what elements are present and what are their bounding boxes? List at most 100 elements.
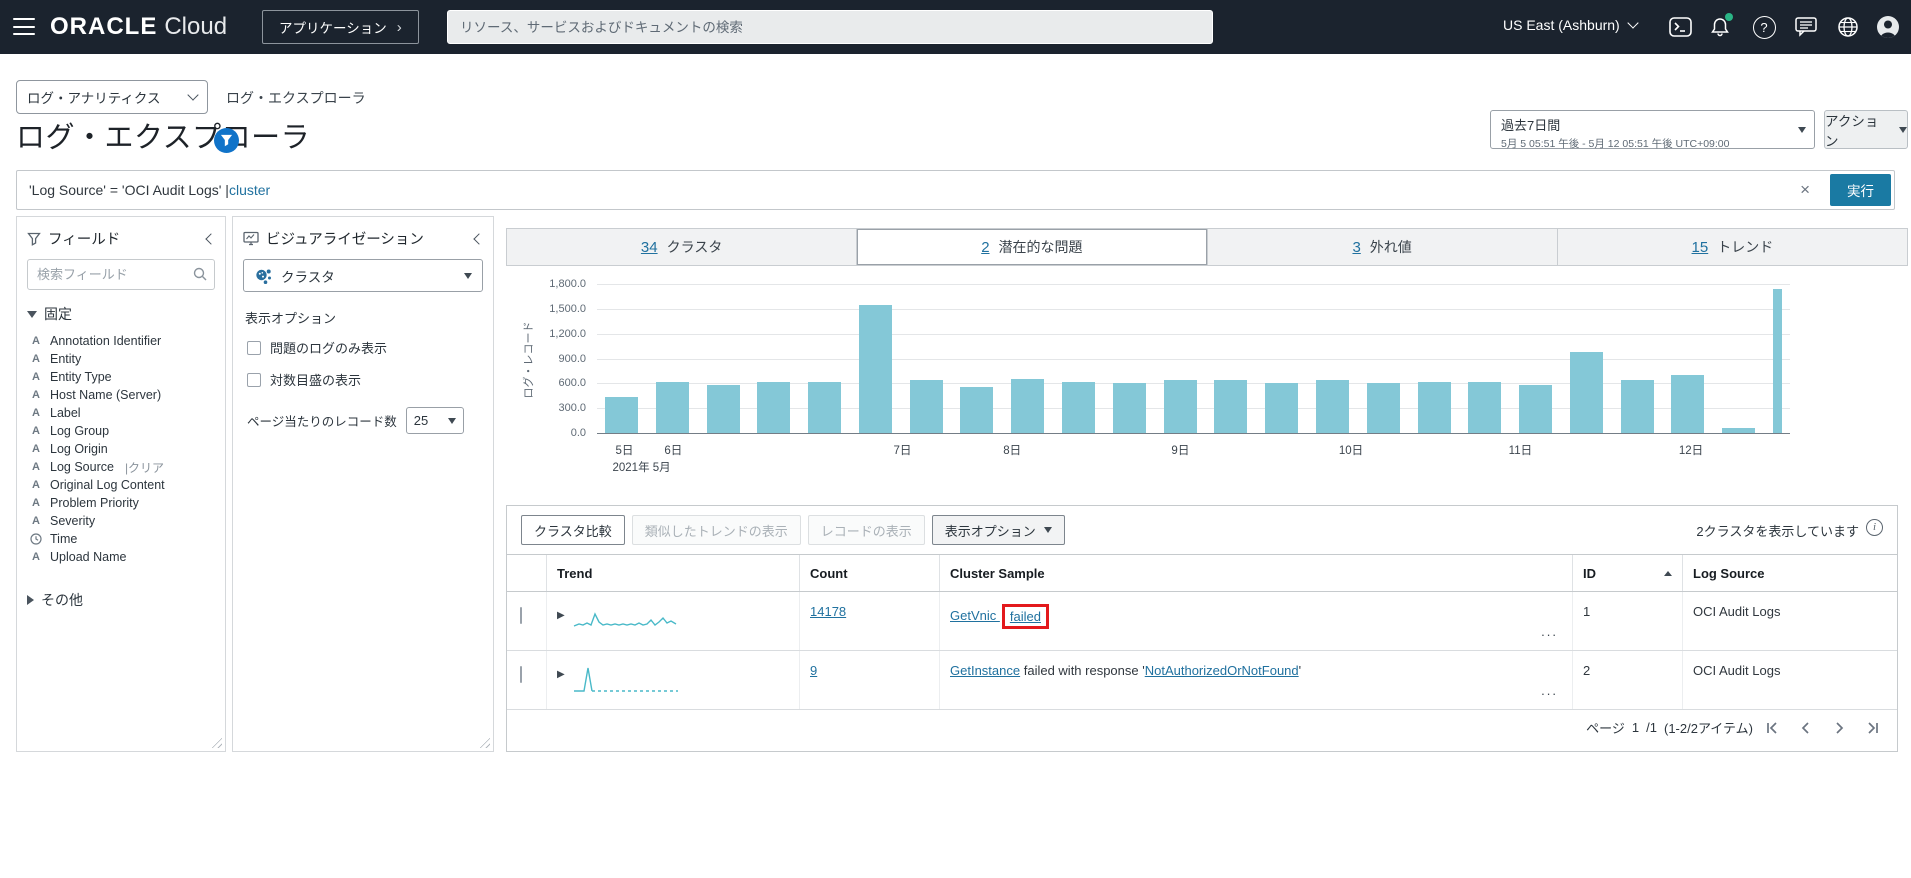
collapse-panel-icon[interactable]	[205, 233, 216, 244]
query-bar[interactable]: 'Log Source' = 'OCI Audit Logs' | cluste…	[16, 170, 1895, 210]
bar[interactable]	[1773, 289, 1782, 433]
row-checkbox[interactable]	[520, 607, 522, 624]
toolbar-button[interactable]: クラスタ比較	[521, 515, 625, 545]
tab-クラスタ[interactable]: 34クラスタ	[507, 229, 857, 265]
field-item[interactable]: AEntity Type	[17, 368, 225, 386]
count-link[interactable]: 14178	[810, 604, 846, 619]
oracle-cloud-logo[interactable]: ORACLECloud	[50, 13, 227, 41]
region-selector[interactable]: US East (Ashburn)	[1503, 17, 1637, 33]
info-icon[interactable]: i	[1866, 519, 1883, 536]
bar[interactable]	[1265, 383, 1298, 433]
field-item[interactable]: ALog Source|クリア	[17, 458, 225, 476]
toolbar-button[interactable]: 表示オプション	[932, 515, 1065, 545]
field-item[interactable]: ALabel	[17, 404, 225, 422]
pinned-section-toggle[interactable]: 固定	[17, 290, 225, 332]
bar[interactable]	[1671, 375, 1704, 433]
bar[interactable]	[707, 385, 740, 433]
field-search-input[interactable]	[27, 259, 215, 290]
column-header-trend[interactable]: Trend	[547, 555, 800, 591]
filter-badge-icon[interactable]	[214, 128, 239, 153]
field-clear-link[interactable]: |クリア	[125, 459, 164, 476]
sample-link[interactable]: GetInstance	[950, 663, 1020, 678]
sample-link[interactable]: NotAuthorizedOrNotFound	[1145, 663, 1299, 678]
column-header-id[interactable]: ID	[1573, 555, 1683, 591]
bar[interactable]	[605, 397, 638, 433]
bar[interactable]	[1164, 380, 1197, 433]
field-item[interactable]: Time	[17, 530, 225, 548]
bar[interactable]	[1468, 382, 1501, 433]
bar[interactable]	[1214, 380, 1247, 433]
user-avatar-icon[interactable]	[1876, 15, 1900, 39]
count-link[interactable]: 9	[810, 663, 817, 678]
records-per-page-select[interactable]: 25	[406, 407, 464, 434]
panel-resize-grip[interactable]	[209, 735, 222, 748]
bar[interactable]	[656, 382, 689, 433]
others-section-toggle[interactable]: その他	[17, 576, 225, 618]
column-header-cluster-sample[interactable]: Cluster Sample	[940, 555, 1573, 591]
column-header-count[interactable]: Count	[800, 555, 940, 591]
bar[interactable]	[808, 382, 841, 433]
sample-ellipsis[interactable]: ...	[1541, 624, 1558, 639]
bar[interactable]	[1062, 382, 1095, 433]
notifications-bell-icon[interactable]	[1708, 15, 1732, 39]
tab-潜在的な問題[interactable]: 2潜在的な問題	[857, 229, 1207, 265]
time-range-selector[interactable]: 過去7日間 5月 5 05:51 午後 - 5月 12 05:51 午後 UTC…	[1490, 110, 1815, 149]
chart-type-select[interactable]: クラスタ	[243, 259, 483, 292]
field-item[interactable]: AHost Name (Server)	[17, 386, 225, 404]
bar[interactable]	[1418, 382, 1451, 433]
global-search-input[interactable]	[447, 10, 1213, 44]
row-checkbox[interactable]	[520, 666, 522, 683]
actions-button[interactable]: アクション	[1824, 110, 1908, 149]
last-page-icon[interactable]	[1859, 715, 1885, 741]
bar[interactable]	[1367, 383, 1400, 433]
field-item[interactable]: AAnnotation Identifier	[17, 332, 225, 350]
field-item[interactable]: AEntity	[17, 350, 225, 368]
run-query-button[interactable]: 実行	[1830, 174, 1891, 206]
field-item[interactable]: ALog Origin	[17, 440, 225, 458]
bar[interactable]	[1722, 428, 1755, 433]
previous-page-icon[interactable]	[1793, 715, 1819, 741]
collapse-panel-icon[interactable]	[473, 233, 484, 244]
field-item[interactable]: AProblem Priority	[17, 494, 225, 512]
bar[interactable]	[1113, 383, 1146, 433]
checkbox[interactable]	[247, 341, 261, 355]
bar[interactable]	[910, 380, 943, 433]
expand-row-icon[interactable]: ▶	[557, 610, 565, 650]
bar[interactable]	[1316, 380, 1349, 433]
feedback-chat-icon[interactable]	[1794, 15, 1818, 39]
sample-link[interactable]: failed	[1010, 609, 1041, 624]
display-option[interactable]: 対数目盛の表示	[233, 361, 493, 393]
bar[interactable]	[757, 382, 790, 433]
hamburger-menu-icon[interactable]	[13, 18, 35, 35]
bar[interactable]	[859, 305, 892, 433]
display-option[interactable]: 問題のログのみ表示	[233, 329, 493, 361]
help-icon[interactable]: ?	[1752, 15, 1776, 39]
field-item[interactable]: AOriginal Log Content	[17, 476, 225, 494]
field-item[interactable]: AUpload Name	[17, 548, 225, 566]
column-header-log-source[interactable]: Log Source	[1683, 555, 1897, 591]
first-page-icon[interactable]	[1760, 715, 1786, 741]
next-page-icon[interactable]	[1826, 715, 1852, 741]
sample-link[interactable]: GetVnic	[950, 608, 1000, 623]
query-command[interactable]: cluster	[229, 182, 270, 198]
panel-resize-grip[interactable]	[477, 735, 490, 748]
expand-row-icon[interactable]: ▶	[557, 669, 565, 709]
clear-query-icon[interactable]: ×	[1800, 180, 1810, 200]
tab-トレンド[interactable]: 15トレンド	[1558, 229, 1907, 265]
bar[interactable]	[1011, 379, 1044, 433]
bar[interactable]	[1570, 352, 1603, 433]
cloud-shell-icon[interactable]	[1668, 15, 1692, 39]
sort-ascending-icon[interactable]	[1664, 571, 1672, 576]
pagination-current-page[interactable]: 1	[1632, 720, 1639, 735]
field-item[interactable]: ALog Group	[17, 422, 225, 440]
service-selector-dropdown[interactable]: ログ・アナリティクス	[16, 80, 208, 114]
bar[interactable]	[1621, 380, 1654, 433]
bar[interactable]	[960, 387, 993, 433]
sample-ellipsis[interactable]: ...	[1541, 683, 1558, 698]
field-item[interactable]: ASeverity	[17, 512, 225, 530]
applications-button[interactable]: アプリケーション›	[262, 10, 419, 44]
checkbox[interactable]	[247, 373, 261, 387]
tab-外れ値[interactable]: 3外れ値	[1208, 229, 1558, 265]
bar[interactable]	[1519, 385, 1552, 433]
globe-language-icon[interactable]	[1836, 15, 1860, 39]
